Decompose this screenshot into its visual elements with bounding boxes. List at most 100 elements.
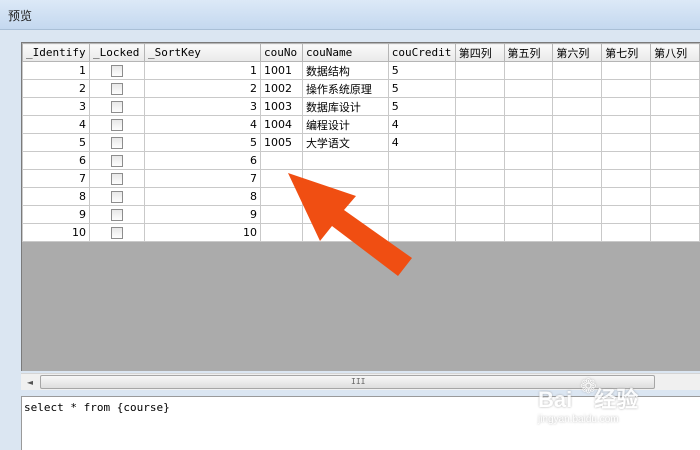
cell-coucredit[interactable]: 5 [387, 79, 456, 98]
cell-locked[interactable] [88, 205, 145, 224]
table-row[interactable]: 88 [22, 187, 700, 206]
locked-checkbox[interactable] [110, 83, 123, 95]
cell-col8[interactable] [650, 205, 700, 224]
cell-couname[interactable] [301, 169, 389, 188]
cell-sortkey[interactable]: 9 [143, 205, 261, 224]
table-row[interactable]: 4 4 1004 编程设计 4 [22, 115, 700, 134]
cell-couno[interactable]: 1005 [259, 133, 303, 152]
table-row[interactable]: 99 [22, 205, 700, 224]
cell-locked[interactable] [88, 79, 145, 98]
cell-couname[interactable]: 编程设计 [301, 115, 389, 134]
cell-sortkey[interactable]: 7 [143, 169, 261, 188]
cell-col8[interactable] [650, 61, 700, 80]
cell-col8[interactable] [650, 133, 700, 152]
cell-couname[interactable] [301, 223, 389, 242]
cell-sortkey[interactable]: 6 [143, 151, 261, 170]
cell-col7[interactable] [601, 187, 652, 206]
cell-identify[interactable]: 5 [22, 133, 90, 152]
cell-col6[interactable] [552, 79, 603, 98]
cell-couno[interactable] [259, 169, 303, 188]
column-header-col8[interactable]: 第八列 [650, 43, 700, 62]
cell-col5[interactable] [503, 187, 554, 206]
cell-couno[interactable]: 1003 [259, 97, 303, 116]
cell-col6[interactable] [552, 61, 603, 80]
table-row[interactable]: 2 2 1002 操作系统原理 5 [22, 79, 700, 98]
cell-col6[interactable] [552, 151, 603, 170]
cell-locked[interactable] [88, 61, 145, 80]
table-row[interactable]: 66 [22, 151, 700, 170]
cell-coucredit[interactable]: 4 [387, 115, 456, 134]
cell-col8[interactable] [650, 169, 700, 188]
cell-coucredit[interactable] [387, 151, 456, 170]
cell-col5[interactable] [503, 61, 554, 80]
cell-locked[interactable] [88, 169, 145, 188]
cell-sortkey[interactable]: 2 [143, 79, 261, 98]
locked-checkbox[interactable] [110, 119, 123, 131]
locked-checkbox[interactable] [110, 173, 123, 185]
cell-couname[interactable]: 数据结构 [301, 61, 389, 80]
cell-locked[interactable] [88, 115, 145, 134]
cell-col6[interactable] [552, 115, 603, 134]
cell-identify[interactable]: 2 [22, 79, 90, 98]
table-row[interactable]: 5 5 1005 大学语文 4 [22, 133, 700, 152]
column-header-col6[interactable]: 第六列 [552, 43, 603, 62]
cell-couno[interactable]: 1002 [259, 79, 303, 98]
cell-col5[interactable] [503, 205, 554, 224]
table-row[interactable]: 10 10 [22, 223, 700, 242]
cell-sortkey[interactable]: 4 [143, 115, 261, 134]
column-header-col7[interactable]: 第七列 [601, 43, 652, 62]
cell-col7[interactable] [601, 205, 652, 224]
column-header-col4[interactable]: 第四列 [454, 43, 505, 62]
cell-col5[interactable] [503, 79, 554, 98]
cell-col8[interactable] [650, 115, 700, 134]
cell-coucredit[interactable] [387, 187, 456, 206]
column-header-coucredit[interactable]: couCredit [387, 43, 456, 62]
cell-col7[interactable] [601, 79, 652, 98]
table-row[interactable]: 77 [22, 169, 700, 188]
cell-couname[interactable]: 数据库设计 [301, 97, 389, 116]
cell-sortkey[interactable]: 5 [143, 133, 261, 152]
cell-col6[interactable] [552, 205, 603, 224]
cell-col4[interactable] [454, 151, 505, 170]
cell-locked[interactable] [88, 151, 145, 170]
locked-checkbox[interactable] [110, 209, 123, 221]
table-row[interactable]: 1 1 1001 数据结构 5 [22, 61, 700, 80]
cell-locked[interactable] [88, 97, 145, 116]
cell-col6[interactable] [552, 187, 603, 206]
cell-identify[interactable]: 4 [22, 115, 90, 134]
cell-col5[interactable] [503, 115, 554, 134]
scroll-left-icon[interactable]: ◄ [23, 376, 37, 389]
cell-couno[interactable] [259, 151, 303, 170]
cell-col7[interactable] [601, 223, 652, 242]
cell-col4[interactable] [454, 133, 505, 152]
cell-col4[interactable] [454, 223, 505, 242]
cell-col7[interactable] [601, 115, 652, 134]
cell-identify[interactable]: 3 [22, 97, 90, 116]
cell-col6[interactable] [552, 97, 603, 116]
cell-identify[interactable]: 1 [22, 61, 90, 80]
cell-coucredit[interactable]: 5 [387, 97, 456, 116]
cell-sortkey[interactable]: 3 [143, 97, 261, 116]
cell-couname[interactable]: 操作系统原理 [301, 79, 389, 98]
cell-coucredit[interactable]: 5 [387, 61, 456, 80]
cell-col5[interactable] [503, 133, 554, 152]
cell-col8[interactable] [650, 187, 700, 206]
cell-coucredit[interactable] [387, 205, 456, 224]
cell-identify[interactable]: 7 [22, 169, 90, 188]
cell-col5[interactable] [503, 169, 554, 188]
cell-identify[interactable]: 10 [22, 223, 90, 242]
cell-col4[interactable] [454, 97, 505, 116]
cell-col6[interactable] [552, 223, 603, 242]
cell-identify[interactable]: 8 [22, 187, 90, 206]
cell-couno[interactable] [259, 223, 303, 242]
cell-col7[interactable] [601, 61, 652, 80]
locked-checkbox[interactable] [110, 227, 123, 239]
cell-locked[interactable] [88, 133, 145, 152]
cell-col8[interactable] [650, 97, 700, 116]
cell-col8[interactable] [650, 151, 700, 170]
cell-col8[interactable] [650, 79, 700, 98]
cell-couname[interactable] [301, 187, 389, 206]
cell-sortkey[interactable]: 10 [143, 223, 261, 242]
column-header-locked[interactable]: _Locked [88, 43, 145, 62]
column-header-identify[interactable]: _Identify [22, 43, 90, 62]
